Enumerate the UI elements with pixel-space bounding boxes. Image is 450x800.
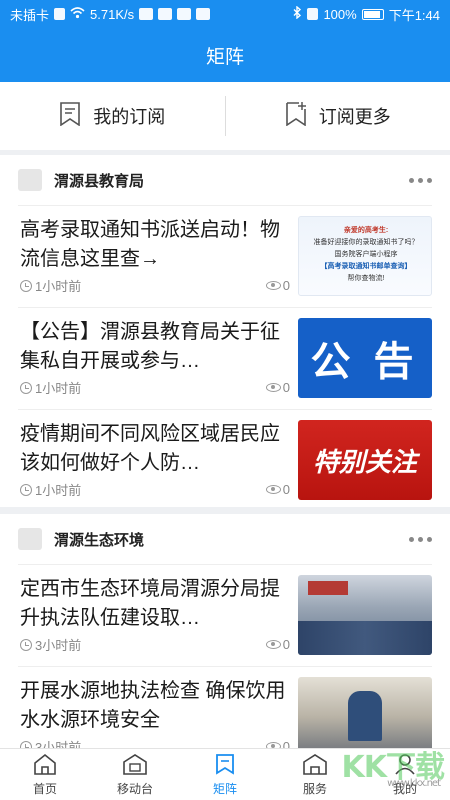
list-item[interactable]: 【公告】渭源县教育局关于征集私自开展或参与… 1小时前 0 公 告 — [18, 307, 432, 409]
nav-label: 首页 — [32, 781, 57, 796]
view-count-value: 0 — [282, 380, 290, 395]
clock-icon — [20, 638, 32, 651]
source-header[interactable]: 渭源县教育局 — [0, 155, 450, 205]
thumb-text: 【高考录取通知书邮单查询】 — [320, 263, 412, 270]
article-thumbnail: 公 告 — [298, 318, 432, 398]
thumb-text: 亲爱的高考生: — [343, 227, 389, 234]
status-bar: 未插卡 5.71K/s 100% 下午1:44 — [0, 0, 450, 28]
source-name: 渭源县教育局 — [54, 172, 145, 190]
article-title: 【公告】渭源县教育局关于征集私自开展或参与… — [20, 321, 280, 372]
app-header: 矩阵 — [0, 28, 450, 82]
article-thumbnail: 亲爱的高考生: 准备好迎接你的录取通知书了吗？ 国务院客户端小程序 【高考录取通… — [298, 216, 432, 296]
article-time: 1小时前 — [35, 279, 82, 294]
eye-icon — [265, 485, 281, 494]
view-count: 0 — [265, 278, 290, 293]
view-count: 0 — [265, 637, 290, 652]
more-options-icon[interactable] — [409, 177, 432, 183]
watermark-logo: KK下载 www.kkx.net — [342, 742, 445, 789]
nav-label: 矩阵 — [212, 781, 237, 796]
watermark-site: www.kkx.net — [387, 778, 441, 789]
article-time: 1小时前 — [35, 381, 82, 396]
view-count-value: 0 — [282, 739, 290, 748]
source-name: 渭源生态环境 — [54, 531, 145, 549]
source-header[interactable]: 渭源生态环境 — [0, 514, 450, 564]
article-time: 3小时前 — [35, 740, 82, 748]
article-time: 1小时前 — [35, 483, 82, 498]
source-card: 渭源县教育局 高考录取通知书派送启动！物流信息这里查→ 1小时前 0 亲爱的高考… — [0, 155, 450, 507]
article-title: 开展水源地执法检查 确保饮用水水源环境安全 — [20, 680, 286, 731]
more-subscriptions-button[interactable]: 订阅更多 — [226, 82, 450, 150]
list-item[interactable]: 疫情期间不同风险区域居民应该如何做好个人防… 1小时前 0 特别关注 — [18, 409, 432, 511]
thumb-text: 公 告 — [310, 340, 420, 384]
nav-label: 移动台 — [116, 781, 153, 796]
nav-matrix[interactable]: 矩阵 — [180, 749, 270, 800]
article-meta: 1小时前 0 — [20, 480, 290, 499]
more-subscriptions-label: 订阅更多 — [318, 107, 391, 127]
article-thumbnail — [298, 575, 432, 655]
source-avatar — [18, 169, 42, 191]
nav-mobile-station[interactable]: 移动台 — [90, 749, 180, 800]
more-options-icon[interactable] — [409, 536, 432, 542]
list-item[interactable]: 高考录取通知书派送启动！物流信息这里查→ 1小时前 0 亲爱的高考生: 准备好迎… — [18, 205, 432, 307]
eye-icon — [265, 281, 281, 290]
source-card: 渭源生态环境 定西市生态环境局渭源分局提升执法队伍建设取… 3小时前 0 开展水… — [0, 514, 450, 748]
vibrate-icon — [307, 8, 319, 20]
notification-icon — [139, 8, 154, 20]
article-title: 高考录取通知书派送启动！物流信息这里查→ — [20, 219, 280, 270]
view-count: 0 — [265, 739, 290, 748]
article-thumbnail: 特别关注 — [298, 420, 432, 500]
article-meta: 3小时前 0 — [20, 737, 290, 748]
view-count-value: 0 — [282, 482, 290, 497]
list-item[interactable]: 定西市生态环境局渭源分局提升执法队伍建设取… 3小时前 0 — [18, 564, 432, 666]
thumb-text: 特别关注 — [312, 446, 417, 477]
view-count: 0 — [265, 482, 290, 497]
list-item[interactable]: 开展水源地执法检查 确保饮用水水源环境安全 3小时前 0 — [18, 666, 432, 748]
subscription-bar: 我的订阅 订阅更多 — [0, 82, 450, 150]
article-meta: 1小时前 0 — [20, 378, 290, 397]
thumb-text: 准备好迎接你的录取通知书了吗？ — [313, 239, 419, 246]
bluetooth-icon — [293, 5, 302, 22]
wifi-icon — [70, 6, 85, 22]
thumb-text: 帮你查物流! — [347, 275, 385, 282]
clock-icon — [20, 483, 32, 496]
tv-home-icon — [122, 753, 148, 778]
my-subscriptions-label: 我的订阅 — [93, 107, 166, 127]
article-time: 3小时前 — [35, 638, 82, 653]
status-time: 下午1:44 — [388, 7, 440, 23]
home-icon — [33, 753, 57, 778]
service-icon — [302, 753, 328, 778]
bookmark-list-icon — [59, 101, 81, 131]
carrier-text: 未插卡 — [10, 7, 50, 23]
bookmark-icon — [214, 753, 236, 778]
battery-percent: 100% — [323, 6, 357, 22]
my-subscriptions-button[interactable]: 我的订阅 — [0, 82, 225, 150]
article-thumbnail — [298, 677, 432, 748]
notification-icon — [177, 8, 192, 20]
article-meta: 3小时前 0 — [20, 635, 290, 654]
nav-label: 服务 — [302, 781, 327, 796]
notification-icon — [158, 8, 173, 20]
article-title: 定西市生态环境局渭源分局提升执法队伍建设取… — [20, 578, 280, 629]
article-title: 疫情期间不同风险区域居民应该如何做好个人防… — [20, 423, 280, 474]
eye-icon — [265, 640, 281, 649]
clock-icon — [20, 740, 32, 748]
sim-icon — [54, 8, 66, 20]
network-speed: 5.71K/s — [90, 6, 135, 22]
bookmark-add-icon — [285, 101, 307, 131]
view-count-value: 0 — [282, 278, 290, 293]
article-meta: 1小时前 0 — [20, 276, 290, 295]
view-count: 0 — [265, 380, 290, 395]
thumb-text: 国务院客户端小程序 — [334, 251, 398, 258]
notification-icon — [196, 8, 211, 20]
eye-icon — [265, 383, 281, 392]
clock-icon — [20, 381, 32, 394]
nav-home[interactable]: 首页 — [0, 749, 90, 800]
clock-icon — [20, 279, 32, 292]
page-title: 矩阵 — [205, 46, 244, 68]
battery-icon — [361, 8, 384, 20]
view-count-value: 0 — [282, 637, 290, 652]
source-avatar — [18, 528, 42, 550]
